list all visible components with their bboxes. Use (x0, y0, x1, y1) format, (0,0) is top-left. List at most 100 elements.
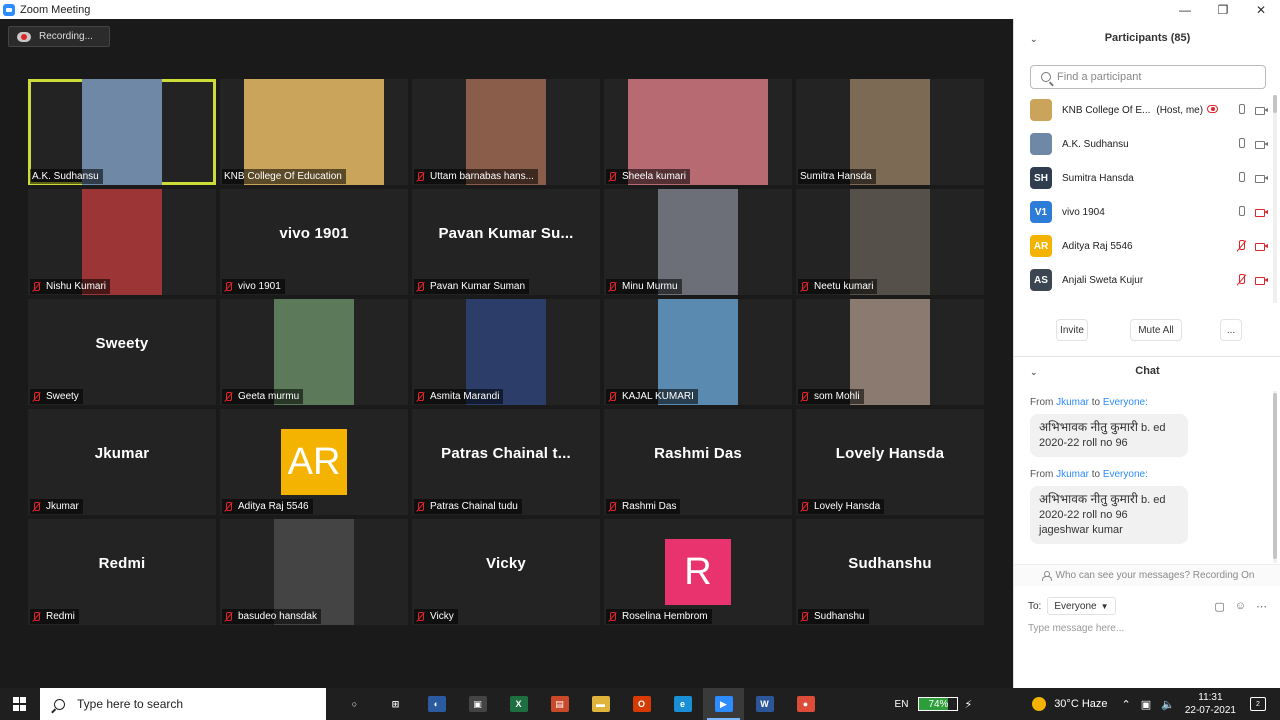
video-tile[interactable]: Geeta murmu (220, 299, 408, 405)
camera-icon[interactable] (1255, 138, 1268, 150)
video-tile[interactable]: Sumitra Hansda (796, 79, 984, 185)
video-tile[interactable]: KAJAL KUMARI (604, 299, 792, 405)
emoji-icon[interactable]: ☺ (1235, 600, 1246, 613)
camera-off-icon[interactable] (1255, 240, 1268, 252)
taskbar-app-1-button[interactable]: ◐ (416, 688, 457, 720)
invite-button[interactable]: Invite (1056, 319, 1088, 341)
more-options-button[interactable]: ... (1220, 319, 1242, 341)
taskbar-explorer-button[interactable]: ▬ (580, 688, 621, 720)
camera-off-icon[interactable] (1255, 274, 1268, 286)
participant-name: Sheela kumari (622, 171, 686, 182)
battery-indicator[interactable]: 74% (918, 697, 959, 711)
volume-icon[interactable]: 🔈 (1161, 698, 1175, 711)
recipient-select[interactable]: Everyone ▼ (1047, 597, 1116, 615)
video-tile[interactable]: Minu Murmu (604, 189, 792, 295)
video-tile[interactable]: Nishu Kumari (28, 189, 216, 295)
muted-mic-icon (800, 501, 809, 512)
sun-icon (1032, 697, 1047, 711)
taskbar-cortana-button[interactable]: ○ (334, 688, 375, 720)
collapse-chat-icon[interactable]: ⌄ (1030, 367, 1038, 377)
window-title: Zoom Meeting (20, 3, 91, 16)
video-tile[interactable]: Pavan Kumar Su... Pavan Kumar Suman (412, 189, 600, 295)
minimize-button[interactable]: — (1166, 0, 1204, 19)
file-icon[interactable]: ▢ (1214, 600, 1224, 613)
participant-list-scrollbar[interactable] (1273, 95, 1277, 303)
participant-name: Sumitra Hansda (1062, 172, 1134, 184)
video-tile[interactable]: Asmita Marandi (412, 299, 600, 405)
participants-header: ⌄ Participants (85) (1014, 19, 1280, 57)
camera-icon[interactable] (1255, 104, 1268, 116)
participant-row[interactable]: SH Sumitra Hansda (1014, 161, 1272, 195)
recording-indicator[interactable]: Recording... (8, 26, 110, 47)
camera-icon[interactable] (1255, 172, 1268, 184)
participant-name: Nishu Kumari (46, 281, 107, 292)
muted-mic-icon (416, 501, 425, 512)
video-tile[interactable]: Uttam barnabas hans... (412, 79, 600, 185)
chat-message-input[interactable]: Type message here... (1028, 619, 1268, 637)
more-icon[interactable]: ⋯ (1256, 600, 1267, 613)
recipient-value: Everyone (1054, 600, 1097, 612)
clock[interactable]: 11:31 22-07-2021 (1185, 691, 1236, 717)
taskbar-store-button[interactable]: ▣ (457, 688, 498, 720)
video-tile[interactable]: basudeo hansdak (220, 519, 408, 625)
video-tile[interactable]: Lovely Hansda Lovely Hansda (796, 409, 984, 515)
video-tile[interactable]: Sudhanshu Sudhanshu (796, 519, 984, 625)
mic-muted-icon[interactable] (1235, 274, 1247, 286)
maximize-button[interactable]: ❐ (1204, 0, 1242, 19)
collapse-participants-icon[interactable]: ⌄ (1030, 34, 1038, 44)
participant-row[interactable]: AR Aditya Raj 5546 (1014, 229, 1272, 263)
participant-display-name: Sudhanshu (848, 554, 932, 572)
participant-row[interactable]: V1 vivo 1904 (1014, 195, 1272, 229)
mute-all-button[interactable]: Mute All (1130, 319, 1182, 341)
video-tile[interactable]: Rashmi Das Rashmi Das (604, 409, 792, 515)
taskbar-office-button[interactable]: O (621, 688, 662, 720)
mic-icon[interactable] (1235, 104, 1247, 116)
taskbar-chrome-button[interactable]: ● (785, 688, 826, 720)
video-tile[interactable]: Neetu kumari (796, 189, 984, 295)
taskbar-app-2-button[interactable]: ▤ (539, 688, 580, 720)
weather-widget[interactable]: 30°C Haze (1032, 697, 1108, 711)
taskbar-word-button[interactable]: W (744, 688, 785, 720)
participant-display-name: Pavan Kumar Su... (438, 224, 574, 242)
mic-icon[interactable] (1235, 138, 1247, 150)
video-tile[interactable]: AR Aditya Raj 5546 (220, 409, 408, 515)
chevron-up-icon[interactable]: ⌃ (1122, 698, 1131, 711)
language-indicator[interactable]: EN (895, 699, 909, 710)
taskbar-task-view-button[interactable]: ⊞ (375, 688, 416, 720)
camera-off-icon[interactable] (1255, 206, 1268, 218)
participant-row[interactable]: KNB College Of E... (Host, me) (1014, 93, 1272, 127)
video-tile[interactable]: Redmi Redmi (28, 519, 216, 625)
participant-name: A.K. Sudhansu (1062, 138, 1129, 150)
mic-icon[interactable] (1235, 206, 1247, 218)
close-button[interactable]: ✕ (1242, 0, 1280, 19)
video-tile[interactable]: R Roselina Hembrom (604, 519, 792, 625)
taskbar-search-placeholder: Type here to search (77, 697, 184, 711)
video-tile[interactable]: A.K. Sudhansu (28, 79, 216, 185)
video-tile[interactable]: Sheela kumari (604, 79, 792, 185)
participant-status-icons (1235, 206, 1268, 218)
mic-icon[interactable] (1235, 172, 1247, 184)
notification-icon[interactable]: 2 (1250, 697, 1266, 711)
participant-search-input[interactable]: Find a participant (1030, 65, 1266, 89)
participant-name: Neetu kumari (814, 281, 874, 292)
app-1-icon: ◐ (427, 696, 446, 712)
chat-visibility-note[interactable]: Who can see your messages? Recording On (1014, 564, 1280, 586)
video-tile[interactable]: som Mohli (796, 299, 984, 405)
start-button[interactable] (0, 688, 40, 720)
taskbar-excel-button[interactable]: X (498, 688, 539, 720)
video-tile[interactable]: Jkumar Jkumar (28, 409, 216, 515)
video-tile[interactable]: KNB College Of Education (220, 79, 408, 185)
network-icon[interactable]: ▣ (1141, 698, 1151, 711)
participant-row[interactable]: AS Anjali Sweta Kujur (1014, 263, 1272, 297)
mic-muted-icon[interactable] (1235, 240, 1247, 252)
taskbar-edge-button[interactable]: e (662, 688, 703, 720)
video-tile[interactable]: Patras Chainal t... Patras Chainal tudu (412, 409, 600, 515)
taskbar-search[interactable]: Type here to search (40, 688, 326, 720)
video-tile[interactable]: vivo 1901 vivo 1901 (220, 189, 408, 295)
participant-row[interactable]: A.K. Sudhansu (1014, 127, 1272, 161)
participant-name-label: Neetu kumari (798, 279, 878, 294)
video-tile[interactable]: Vicky Vicky (412, 519, 600, 625)
chat-scrollbar[interactable] (1273, 391, 1277, 563)
taskbar-zoom-button[interactable]: ▶ (703, 688, 744, 720)
video-tile[interactable]: Sweety Sweety (28, 299, 216, 405)
